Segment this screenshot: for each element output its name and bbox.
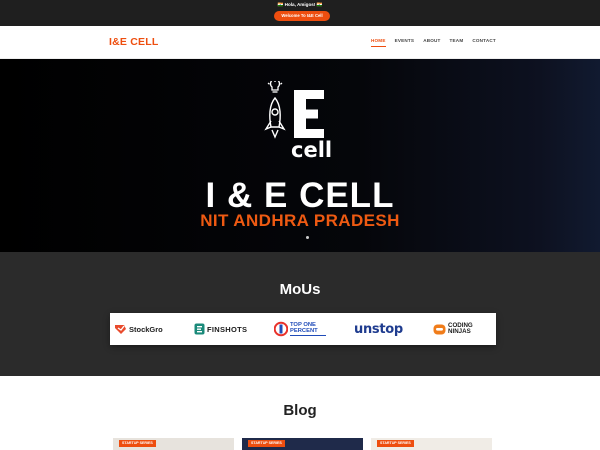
partner-unstop[interactable]: unstop <box>354 313 403 345</box>
stockgro-logo-icon <box>115 325 126 334</box>
coding-ninjas-logo-icon <box>433 324 446 334</box>
hero-subtitle: NIT ANDHRA PRADESH <box>200 211 400 230</box>
partner-top-one-percent[interactable]: TOP ONE PERCENT <box>274 313 326 345</box>
announcement-bar: 🇮🇳 Hola, Amigos! 🇮🇳 Welcome To I&E Cell <box>0 0 600 26</box>
partner-name-line2: NINJAS <box>448 328 471 335</box>
finshots-logo-icon <box>194 323 205 335</box>
nav-item-events[interactable]: EVENTS <box>395 38 415 47</box>
letter-e-block <box>294 90 324 138</box>
blog-card[interactable]: STARTUP SERIES <box>242 438 363 450</box>
nav-menu: HOME EVENTS ABOUT TEAM CONTACT <box>371 38 505 47</box>
hero-banner: cell I & E CELL NIT ANDHRA PRADESH <box>0 59 600 252</box>
brand-logo-text[interactable]: I&E CELL <box>109 36 158 48</box>
nav-item-contact[interactable]: CONTACT <box>472 38 496 47</box>
nav-item-team[interactable]: TEAM <box>450 38 464 47</box>
blog-heading: Blog <box>283 402 317 419</box>
carousel-indicator[interactable] <box>306 236 309 239</box>
navbar: I&E CELL HOME EVENTS ABOUT TEAM CONTACT <box>0 26 600 59</box>
nav-item-about[interactable]: ABOUT <box>423 38 440 47</box>
lightbulb-icon <box>267 81 283 93</box>
blog-card-tag: STARTUP SERIES <box>377 440 414 447</box>
mous-section: MoUs StockGro FINSHOTS TOP ONE PERCENT u… <box>0 252 600 376</box>
blog-card-tag: STARTUP SERIES <box>119 440 156 447</box>
logo-cell-text: cell <box>291 138 332 159</box>
rocket-icon <box>264 96 286 139</box>
partner-stockgro[interactable]: StockGro <box>114 313 163 345</box>
hero-title: I & E CELL <box>205 176 395 215</box>
partner-name: StockGro <box>129 324 163 334</box>
ecell-rocket-logo-icon: cell <box>264 81 332 159</box>
blog-card[interactable]: STARTUP SERIES <box>371 438 492 450</box>
greeting-text: 🇮🇳 Hola, Amigos! 🇮🇳 <box>277 2 323 7</box>
blog-section: Blog STARTUP SERIES STARTUP SERIES START… <box>0 376 600 450</box>
nav-item-home[interactable]: HOME <box>371 38 386 47</box>
welcome-button[interactable]: Welcome To I&E Cell <box>274 11 330 21</box>
partner-logo-strip: StockGro FINSHOTS TOP ONE PERCENT unstop… <box>110 313 496 345</box>
blog-card-tag: STARTUP SERIES <box>248 440 285 447</box>
partner-underline <box>290 334 326 337</box>
blog-card[interactable]: STARTUP SERIES <box>113 438 234 450</box>
partner-finshots[interactable]: FINSHOTS <box>194 313 247 345</box>
top-one-percent-logo-icon <box>274 321 288 337</box>
mous-heading: MoUs <box>279 281 321 298</box>
partner-name-line2: PERCENT <box>290 327 318 334</box>
unstop-logo-icon: unstop <box>354 321 403 337</box>
partner-name: FINSHOTS <box>207 324 248 334</box>
partner-coding-ninjas[interactable]: CODING NINJAS <box>433 313 473 345</box>
